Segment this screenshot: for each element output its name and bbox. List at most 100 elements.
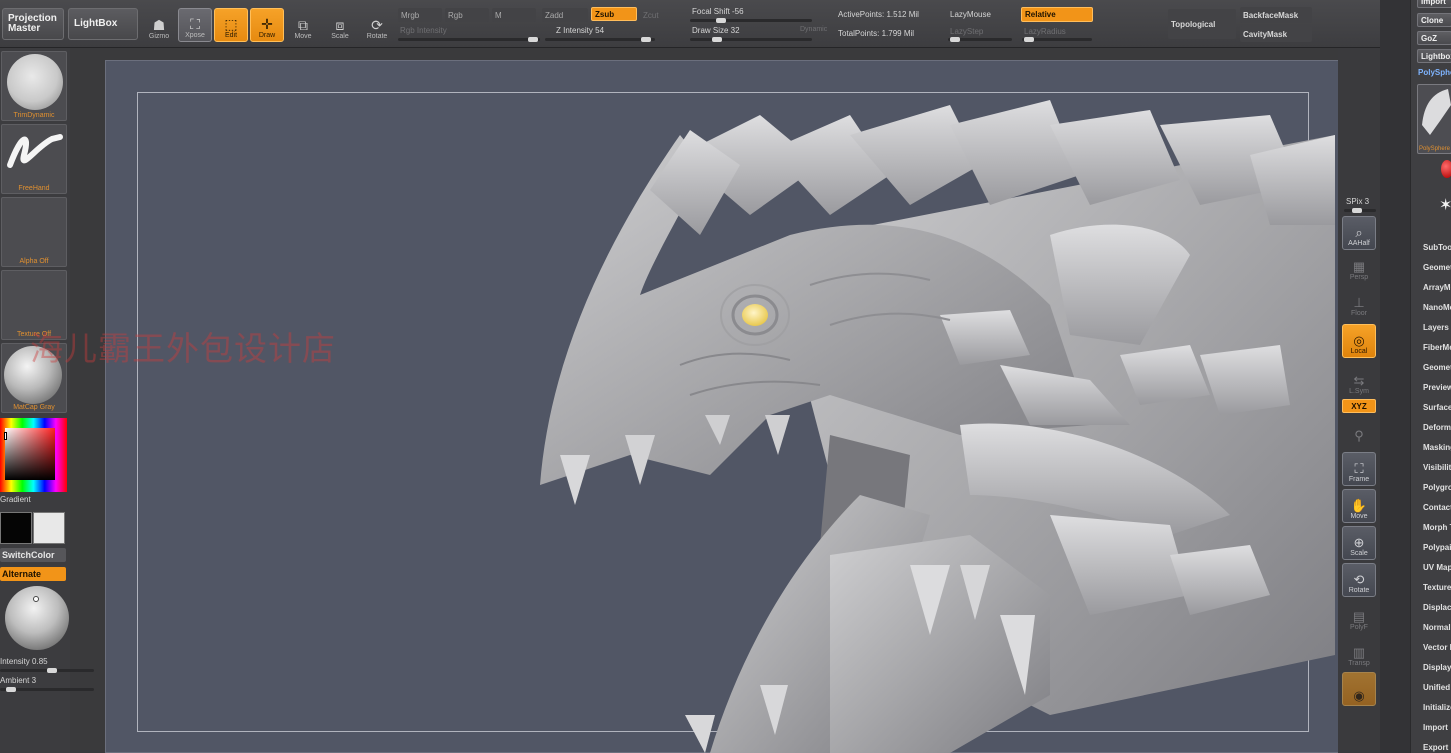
palette-fibermesh[interactable]: FiberMesh — [1423, 343, 1451, 352]
goz-button[interactable]: GoZ — [1417, 31, 1451, 45]
palette-texture-map[interactable]: Texture Map — [1423, 583, 1451, 592]
ambient-slider[interactable] — [0, 687, 94, 692]
focal-shift-slider[interactable] — [690, 18, 812, 23]
lazystep-knob[interactable] — [950, 37, 960, 42]
cavity-mask-toggle[interactable]: CavityMask — [1240, 26, 1312, 42]
lazyradius-knob[interactable] — [1024, 37, 1034, 42]
palette-initialize[interactable]: Initialize — [1423, 703, 1451, 712]
color-picker-square[interactable] — [5, 428, 55, 480]
rotate-view-button[interactable]: ⟲ Rotate — [1342, 563, 1376, 597]
spix-label[interactable]: SPix 3 — [1346, 197, 1369, 206]
projection-master-button[interactable]: Projection Master — [2, 8, 64, 40]
lightbox-button[interactable]: LightBox — [68, 8, 138, 40]
edit-tool[interactable]: ⬚ Edit — [214, 8, 248, 42]
scale-tool[interactable]: ⧈ Scale — [323, 8, 357, 42]
current-tool-thumbnail[interactable]: PolySphere — [1417, 84, 1451, 154]
lsym-button[interactable]: ⇆ L.Sym — [1342, 364, 1376, 398]
stroke-selector[interactable]: FreeHand — [1, 124, 67, 194]
palette-arraymesh[interactable]: ArrayMesh — [1423, 283, 1451, 292]
topological-toggle[interactable]: Topological — [1168, 9, 1236, 39]
xyz-toggle[interactable]: XYZ — [1342, 399, 1376, 413]
main-color-swatch[interactable] — [0, 512, 32, 544]
xpose-tool[interactable]: ⛶ Xpose — [178, 8, 212, 42]
aahalf-button[interactable]: ⌕ AAHalf — [1342, 216, 1376, 250]
dragon-sculpt-model[interactable] — [530, 95, 1335, 753]
palette-export[interactable]: Export — [1423, 743, 1448, 752]
move-tool[interactable]: ⧉ Move — [286, 8, 320, 42]
star-tool-icon[interactable]: ✶ — [1439, 195, 1451, 215]
scale-view-button[interactable]: ⊕ Scale — [1342, 526, 1376, 560]
z-intensity-slider[interactable] — [545, 37, 655, 42]
palette-polygroups[interactable]: Polygroups — [1423, 483, 1451, 492]
draw-size-knob[interactable] — [712, 37, 722, 42]
solo-button[interactable]: ◉ — [1342, 672, 1376, 706]
gizmo-tool[interactable]: ☗ Gizmo — [142, 8, 176, 42]
palette-import[interactable]: Import — [1423, 723, 1448, 732]
reset-view-button[interactable]: ⚲ — [1342, 416, 1376, 446]
switch-color-button[interactable]: SwitchColor — [0, 548, 66, 562]
transp-button[interactable]: ▥ Transp — [1342, 636, 1376, 670]
palette-vector-displacement-map[interactable]: Vector Displacement Map — [1423, 643, 1451, 652]
spix-slider[interactable] — [1344, 208, 1376, 213]
palette-normal-map[interactable]: Normal Map — [1423, 623, 1451, 632]
brush-selector[interactable]: TrimDynamic — [1, 51, 67, 121]
gradient-label[interactable]: Gradient — [0, 495, 31, 504]
polyf-button[interactable]: ▤ PolyF — [1342, 600, 1376, 634]
palette-preview[interactable]: Preview — [1423, 383, 1451, 392]
local-button[interactable]: ◎ Local — [1342, 324, 1376, 358]
ambient-knob[interactable] — [6, 687, 16, 692]
palette-visibility[interactable]: Visibility — [1423, 463, 1451, 472]
draw-tool[interactable]: ✛ Draw — [250, 8, 284, 42]
palette-subtool[interactable]: SubTool — [1423, 243, 1451, 252]
move-view-button[interactable]: ✋ Move — [1342, 489, 1376, 523]
spix-knob[interactable] — [1352, 208, 1362, 213]
zsub-toggle[interactable]: Zsub — [591, 7, 637, 21]
frame-button[interactable]: ⛶ Frame — [1342, 452, 1376, 486]
palette-polypaint[interactable]: Polypaint — [1423, 543, 1451, 552]
relative-toggle[interactable]: Relative — [1021, 7, 1093, 22]
zadd-toggle[interactable]: Zadd — [542, 8, 588, 22]
palette-deformation[interactable]: Deformation — [1423, 423, 1451, 432]
palette-morph-target[interactable]: Morph Target — [1423, 523, 1451, 532]
palette-geometry-hd[interactable]: Geometry HD — [1423, 363, 1451, 372]
palette-geometry[interactable]: Geometry — [1423, 263, 1451, 272]
focal-shift-knob[interactable] — [716, 18, 726, 23]
palette-masking[interactable]: Masking — [1423, 443, 1451, 452]
rotate-tool[interactable]: ⟳ Rotate — [360, 8, 394, 42]
persp-button[interactable]: ▦ Persp — [1342, 250, 1376, 284]
color-picker[interactable] — [0, 418, 67, 492]
palette-contact[interactable]: Contact — [1423, 503, 1451, 512]
secondary-color-swatch[interactable] — [33, 512, 65, 544]
alternate-button[interactable]: Alternate — [0, 567, 66, 581]
palette-unified-skin[interactable]: Unified Skin — [1423, 683, 1451, 692]
palette-displacement-map[interactable]: Displacement Map — [1423, 603, 1451, 612]
zcut-toggle[interactable]: Zcut — [640, 8, 662, 22]
palette-layers[interactable]: Layers — [1423, 323, 1449, 332]
rgb-intensity-knob[interactable] — [528, 37, 538, 42]
rgb-intensity-slider[interactable] — [398, 37, 540, 42]
light-position-marker[interactable] — [33, 596, 39, 602]
dynamic-toggle[interactable]: Dynamic — [800, 26, 827, 33]
polymesh-red-icon[interactable] — [1441, 160, 1451, 178]
lazystep-slider[interactable] — [948, 37, 1012, 42]
alpha-selector[interactable]: Alpha Off — [1, 197, 67, 267]
clone-tool-button[interactable]: Clone — [1417, 13, 1451, 27]
backface-mask-toggle[interactable]: BackfaceMask — [1240, 7, 1312, 23]
light-sphere-icon[interactable] — [5, 586, 69, 650]
lazyradius-slider[interactable] — [1022, 37, 1092, 42]
floor-button[interactable]: ⊥ Floor — [1342, 286, 1376, 320]
palette-nanomesh[interactable]: NanoMesh — [1423, 303, 1451, 312]
palette-uv-map[interactable]: UV Map — [1423, 563, 1451, 572]
palette-display-properties[interactable]: Display Properties — [1423, 663, 1451, 672]
m-toggle[interactable]: M — [492, 8, 536, 22]
light-intensity-slider[interactable] — [0, 668, 94, 673]
lightbox-tools-button[interactable]: Lightbox — [1417, 49, 1451, 63]
rgb-toggle[interactable]: Rgb — [445, 8, 489, 22]
mrgb-toggle[interactable]: Mrgb — [398, 8, 442, 22]
z-intensity-knob[interactable] — [641, 37, 651, 42]
lazymouse-toggle[interactable]: LazyMouse — [950, 10, 991, 19]
palette-surface[interactable]: Surface — [1423, 403, 1451, 412]
light-intensity-knob[interactable] — [47, 668, 57, 673]
import-tool-button[interactable]: Import — [1417, 0, 1451, 8]
draw-size-slider[interactable] — [690, 37, 812, 42]
